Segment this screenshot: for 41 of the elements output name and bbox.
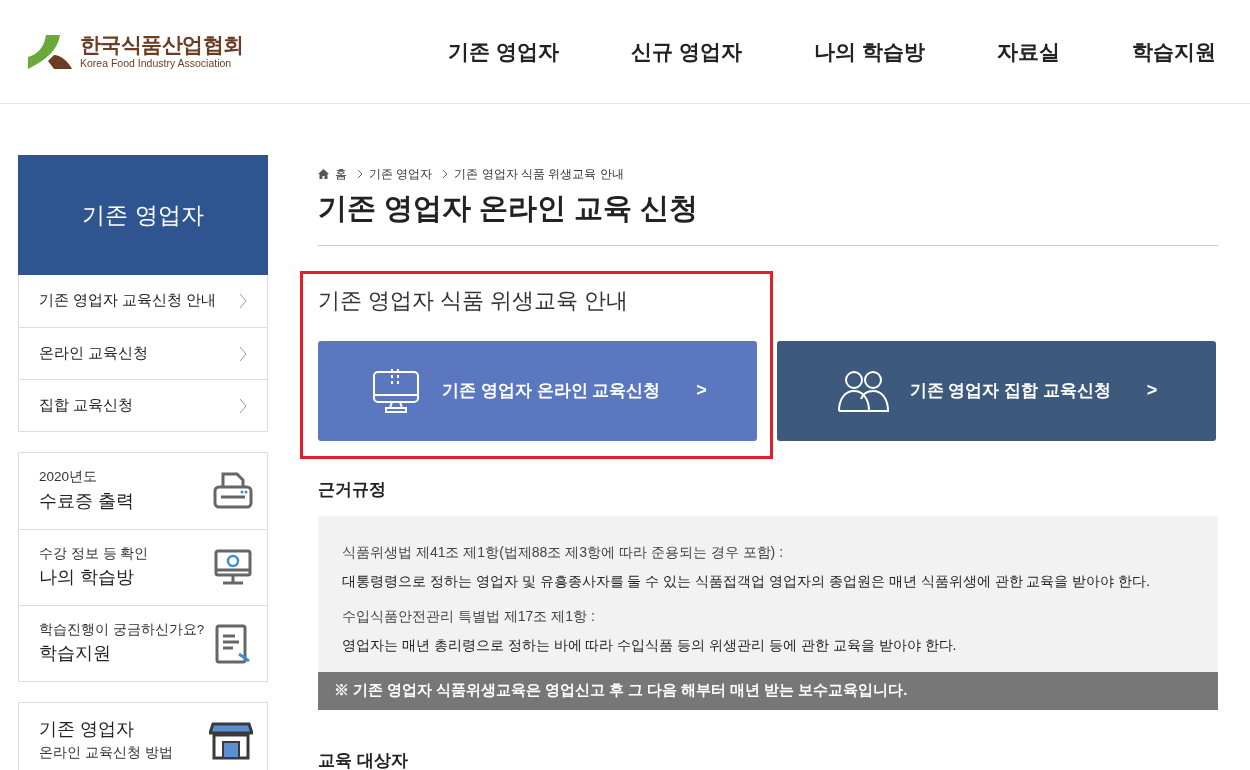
- chevron-right-icon: [239, 345, 247, 362]
- breadcrumb-link[interactable]: 기존 영업자 식품 위생교육 안내: [454, 165, 624, 183]
- law-reference: 식품위생법 제41조 제1항(법제88조 제3항에 따라 준용되는 경우 포함) :: [342, 543, 785, 562]
- logo-name: 한국식품산업협회: [80, 34, 244, 56]
- section-heading: 교육 대상자: [318, 750, 409, 770]
- home-icon: [318, 169, 329, 179]
- nav-link[interactable]: 신규 영업자: [631, 35, 743, 68]
- apply-button[interactable]: 기존 영업자 집합 교육신청 >: [777, 340, 1216, 441]
- logo-mark-icon: [28, 34, 72, 69]
- nav-link[interactable]: 기존 영업자: [448, 35, 560, 68]
- law-reference: 수입식품안전관리 특별법 제17조 제1항 :: [342, 607, 596, 626]
- chevron-right-icon: [239, 397, 247, 414]
- nav-link[interactable]: 학습지원: [1132, 35, 1216, 68]
- sidebar-item[interactable]: 기존 영업자 교육신청 안내: [19, 275, 267, 327]
- quick-link[interactable]: 학습진행이 궁금하신가요? 학습지원: [19, 605, 267, 681]
- apply-button[interactable]: 기존 영업자 온라인 교육신청 >: [318, 340, 757, 441]
- chevron-right-icon: [357, 169, 363, 179]
- people-icon: [835, 368, 892, 413]
- section-heading: 근거규정: [318, 478, 387, 501]
- site-logo[interactable]: 한국식품산업협회 Korea Food Industry Association: [28, 34, 288, 69]
- printer-icon: [213, 471, 253, 511]
- breadcrumb-link[interactable]: 기존 영업자: [369, 165, 433, 183]
- guide-link[interactable]: 기존 영업자 온라인 교육신청 방법: [18, 702, 268, 770]
- page-title: 기존 영업자 온라인 교육 신청: [318, 187, 1218, 246]
- sidebar-item[interactable]: 온라인 교육신청: [19, 327, 267, 379]
- chevron-right-icon: [442, 169, 449, 179]
- quick-link[interactable]: 수강 정보 등 확인 나의 학습방: [19, 529, 267, 605]
- breadcrumb-link[interactable]: 홈: [335, 165, 347, 183]
- sidebar-title: 기존 영업자: [18, 155, 268, 275]
- nav-link[interactable]: 자료실: [997, 35, 1060, 68]
- logo-subtitle: Korea Food Industry Association: [80, 58, 233, 69]
- quick-link[interactable]: 2020년도 수료증 출력: [19, 453, 267, 529]
- storefront-icon: [209, 720, 253, 760]
- notice-bar: ※ 기존 영업자 식품위생교육은 영업신고 후 그 다음 해부터 매년 받는 보수교육입니다.: [318, 672, 1218, 710]
- law-text: 영업자는 매년 총리령으로 정하는 바에 따라 수입식품 등의 위생관리 등에 관한 교육을 받아야 한다.: [342, 636, 958, 655]
- law-text: 대통령령으로 정하는 영업자 및 유흥종사자를 둘 수 있는 식품접객업 영업자의 종업원은 매년 식품위생에 관한 교육을 받아야 한다.: [342, 572, 1152, 591]
- section-title: 기존 영업자 식품 위생교육 안내: [318, 286, 630, 315]
- chevron-right-icon: [239, 293, 247, 309]
- nav-link[interactable]: 나의 학습방: [814, 35, 925, 68]
- sidebar-item[interactable]: 집합 교육신청: [19, 379, 267, 431]
- monitor-icon: [213, 547, 253, 588]
